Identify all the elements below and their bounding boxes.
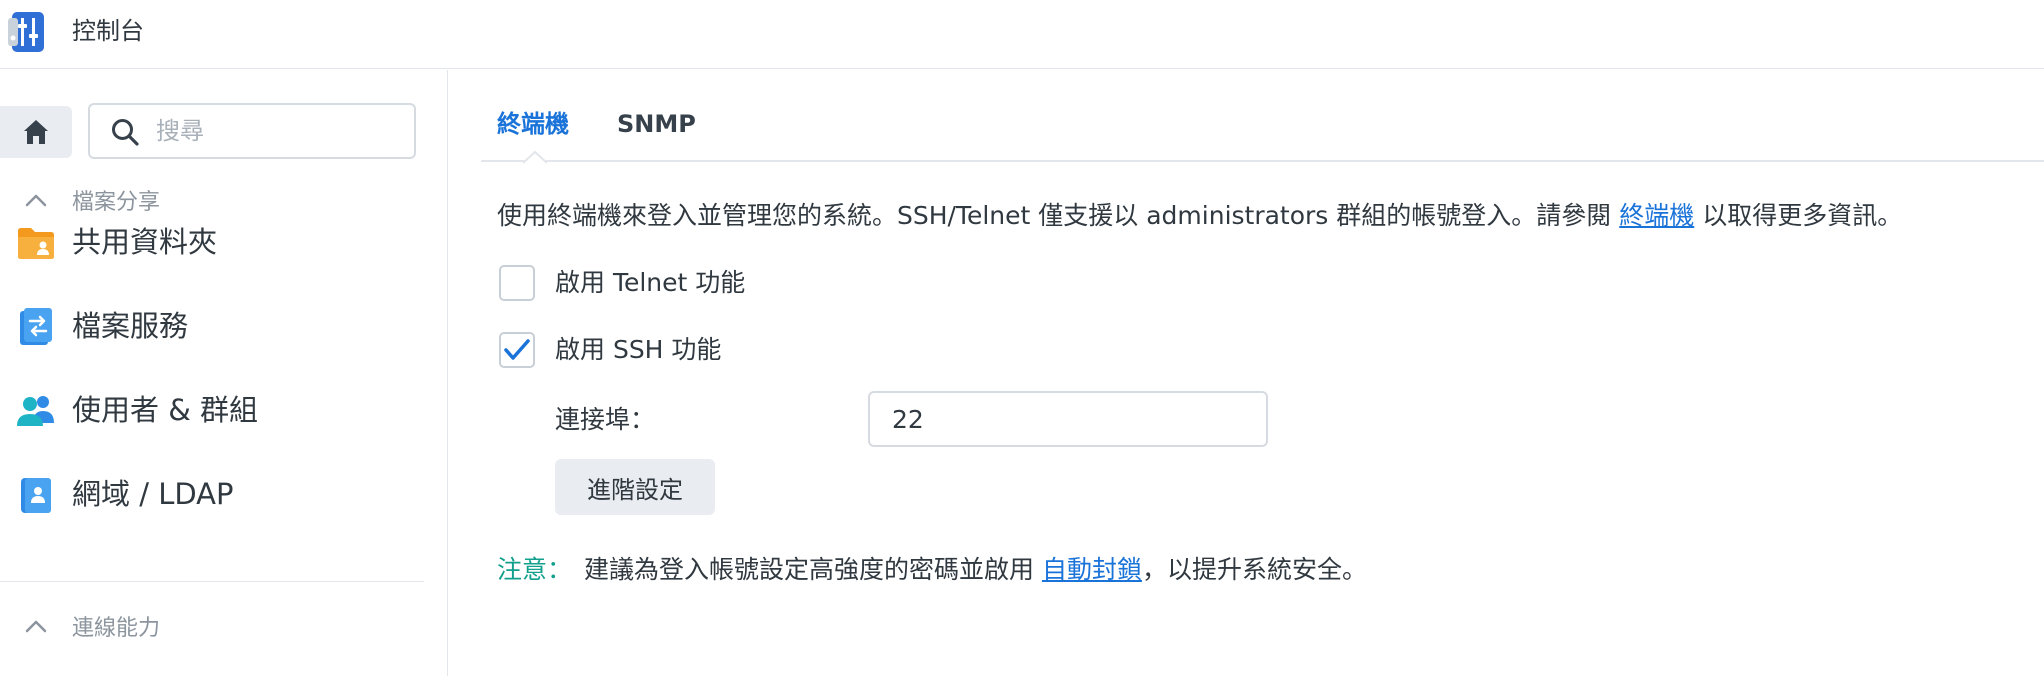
sidebar-item-shared-folder[interactable]: 共用資料夾 — [0, 206, 424, 278]
security-note: 注意： 建議為登入帳號設定高強度的密碼並啟用 自動封鎖，以提升系統安全。 — [497, 552, 1367, 588]
group-header-connectivity[interactable]: 連線能力 — [0, 602, 424, 650]
home-icon — [24, 120, 48, 144]
active-tab-indicator — [523, 150, 547, 164]
port-input[interactable] — [868, 391, 1268, 447]
checkmark-icon — [504, 339, 530, 360]
sidebar-divider — [0, 581, 424, 582]
search-box[interactable] — [88, 103, 416, 159]
tab-snmp[interactable]: SNMP — [617, 108, 696, 140]
auto-block-link[interactable]: 自動封鎖 — [1042, 555, 1142, 584]
users-groups-icon — [17, 396, 54, 426]
home-button[interactable] — [0, 106, 72, 158]
group-label: 連線能力 — [72, 616, 161, 641]
shared-folder-icon — [18, 228, 54, 259]
description-text: 使用終端機來登入並管理您的系統。SSH/Telnet 僅支援以 administ… — [497, 198, 1902, 234]
file-services-icon — [20, 308, 52, 345]
description-text-after: 以取得更多資訊。 — [1694, 201, 1903, 230]
sidebar-item-label: 檔案服務 — [72, 309, 189, 343]
sidebar-item-users-groups[interactable]: 使用者 & 群組 — [0, 374, 424, 446]
tab-bar: 終端機 SNMP — [481, 70, 2044, 164]
note-text-after: ，以提升系統安全。 — [1141, 555, 1367, 584]
control-panel-icon — [8, 12, 44, 52]
app-title: 控制台 — [72, 17, 144, 45]
ssh-label[interactable]: 啟用 SSH 功能 — [555, 332, 721, 368]
port-label: 連接埠： — [555, 405, 656, 434]
title-bar: 控制台 — [0, 0, 2044, 69]
sidebar-item-file-services[interactable]: 檔案服務 — [0, 290, 424, 362]
tab-terminal[interactable]: 終端機 — [497, 108, 569, 140]
sidebar: 檔案分享 共用資料夾 檔案服務 使用者 & 群組 — [0, 70, 448, 676]
sidebar-item-label: 共用資料夾 — [72, 225, 218, 259]
search-input[interactable] — [156, 113, 396, 149]
domain-ldap-icon — [21, 478, 51, 513]
terminal-help-link[interactable]: 終端機 — [1619, 201, 1694, 230]
advanced-settings-button[interactable]: 進階設定 — [555, 459, 715, 515]
description-text-before: 使用終端機來登入並管理您的系統。SSH/Telnet 僅支援以 administ… — [497, 201, 1620, 230]
chevron-up-icon — [25, 620, 47, 633]
sidebar-item-label: 網域 / LDAP — [72, 477, 234, 511]
search-icon — [112, 119, 139, 146]
ssh-checkbox[interactable] — [499, 332, 535, 368]
sidebar-item-domain-ldap[interactable]: 網域 / LDAP — [0, 458, 424, 530]
note-tag: 注意： — [497, 555, 573, 584]
sidebar-item-label: 使用者 & 群組 — [72, 393, 259, 427]
telnet-label[interactable]: 啟用 Telnet 功能 — [555, 265, 745, 301]
telnet-checkbox[interactable] — [499, 265, 535, 301]
main-panel: 終端機 SNMP 使用終端機來登入並管理您的系統。SSH/Telnet 僅支援以… — [449, 70, 2044, 676]
note-text-before: 建議為登入帳號設定高強度的密碼並啟用 — [584, 555, 1042, 584]
